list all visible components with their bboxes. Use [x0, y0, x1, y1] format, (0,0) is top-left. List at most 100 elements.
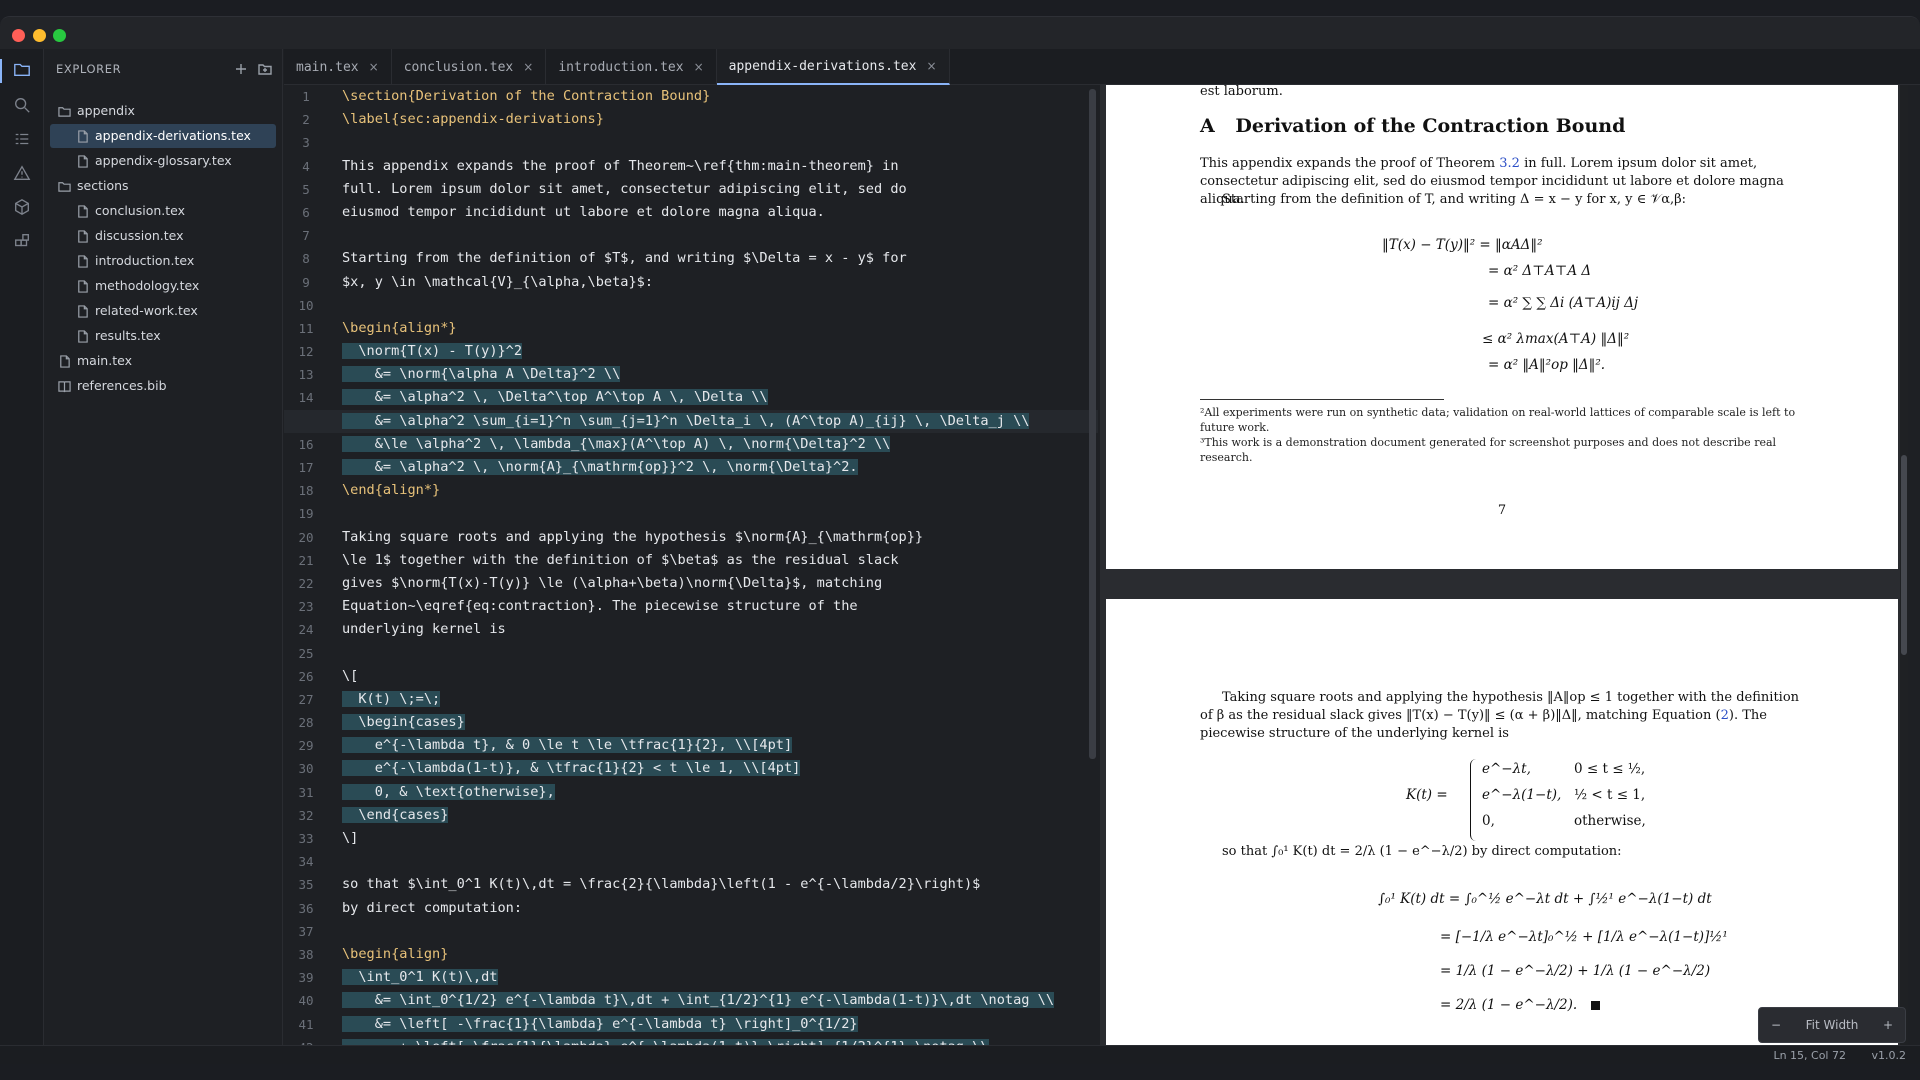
code-line[interactable] [342, 224, 1084, 247]
extensions-icon[interactable] [12, 231, 32, 251]
code-line[interactable]: Equation~\eqref{eq:contraction}. The pie… [342, 595, 1084, 618]
code-line[interactable]: e^{-\lambda t}, & 0 \le t \le \tfrac{1}{… [342, 734, 1084, 757]
line-number: 31 [298, 784, 314, 800]
file-icon [78, 279, 88, 293]
code-line[interactable]: eiusmod tempor incididunt ut labore et d… [342, 201, 1084, 224]
tree-item-label: results.tex [95, 328, 161, 343]
close-tab-icon[interactable]: × [694, 60, 704, 74]
code-line[interactable]: \norm{T(x) - T(y)}^2 [342, 340, 1084, 363]
eq-line: = α² ‖A‖²op ‖Δ‖². [1488, 357, 1606, 373]
code-line[interactable] [342, 920, 1084, 943]
tree-file[interactable]: results.tex [50, 324, 276, 348]
tree-file[interactable]: discussion.tex [50, 224, 276, 248]
code-line[interactable]: &= \alpha^2 \sum_{i=1}^n \sum_{j=1}^n \D… [284, 409, 1098, 434]
code-line[interactable]: \end{cases} [342, 804, 1084, 827]
tree-file[interactable]: conclusion.tex [50, 199, 276, 223]
code-line[interactable]: 0, & \text{otherwise}, [342, 781, 1084, 804]
code-line[interactable]: \begin{align} [342, 943, 1084, 966]
close-tab-icon[interactable]: × [523, 60, 533, 74]
tree-file[interactable]: appendix-derivations.tex [50, 124, 276, 148]
code-line[interactable]: &\le \alpha^2 \, \lambda_{\max}(A^\top A… [342, 433, 1084, 456]
code-lines[interactable]: \section{Derivation of the Contraction B… [284, 85, 1098, 1045]
code-line[interactable]: &= \left[ -\frac{1}{\lambda} e^{-\lambda… [342, 1013, 1084, 1036]
code-line[interactable]: \begin{cases} [342, 711, 1084, 734]
close-window-button[interactable] [12, 29, 25, 42]
editor-scrollbar[interactable] [1089, 89, 1096, 759]
tree-file[interactable]: references.bib [50, 374, 276, 398]
code-line[interactable]: \le 1$ together with the definition of $… [342, 549, 1084, 572]
zoom-out-button[interactable]: − [1771, 1018, 1781, 1032]
code-line[interactable]: &= \alpha^2 \, \Delta^\top A^\top A \, \… [342, 386, 1084, 409]
code-line-text: &= \alpha^2 \sum_{i=1}^n \sum_{j=1}^n \D… [342, 412, 1030, 429]
code-line[interactable]: + \left[ \frac{1}{\lambda} e^{-\lambda(1… [342, 1036, 1084, 1045]
minimize-window-button[interactable] [33, 29, 46, 42]
editor-tab[interactable]: main.tex × [284, 49, 392, 85]
code-line[interactable] [342, 294, 1084, 317]
code-line[interactable]: so that $\int_0^1 K(t)\,dt = \frac{2}{\l… [342, 873, 1084, 896]
code-line[interactable]: \end{align*} [342, 479, 1084, 502]
tree-file[interactable]: methodology.tex [50, 274, 276, 298]
pdf-preview[interactable]: est laborum. A Derivation of the Contrac… [1100, 85, 1908, 1045]
close-tab-icon[interactable]: × [926, 59, 936, 73]
tree-file[interactable]: appendix-glossary.tex [50, 149, 276, 173]
code-line-text: &= \int_0^{1/2} e^{-\lambda t}\,dt + \in… [342, 992, 1055, 1009]
code-line[interactable] [342, 642, 1084, 665]
zoom-in-button[interactable]: + [1883, 1018, 1893, 1032]
close-tab-icon[interactable]: × [369, 60, 379, 74]
code-line[interactable]: $x, y \in \mathcal{V}_{\alpha,\beta}$: [342, 271, 1084, 294]
code-line[interactable]: \label{sec:appendix-derivations} [342, 108, 1084, 131]
warning-icon[interactable] [12, 163, 32, 183]
editor-tab[interactable]: introduction.tex × [546, 49, 717, 85]
code-line-text: \end{align*} [342, 482, 441, 499]
code-line[interactable]: \int_0^1 K(t)\,dt [342, 966, 1084, 989]
code-line[interactable]: e^{-\lambda(1-t)}, & \tfrac{1}{2} < t \l… [342, 757, 1084, 780]
preview-scrollbar[interactable] [1900, 85, 1908, 1045]
outline-icon[interactable] [12, 129, 32, 149]
search-icon[interactable] [12, 95, 32, 115]
code-line[interactable] [342, 850, 1084, 873]
code-line[interactable]: underlying kernel is [342, 618, 1084, 641]
files-icon[interactable] [12, 59, 32, 79]
code-line[interactable]: Starting from the definition of $T$, and… [342, 247, 1084, 270]
tree-file[interactable]: related-work.tex [50, 299, 276, 323]
code-line[interactable]: by direct computation: [342, 897, 1084, 920]
editor-tab[interactable]: appendix-derivations.tex × [716, 49, 950, 85]
theorem-link[interactable]: 3.2 [1499, 156, 1520, 171]
code-line[interactable]: This appendix expands the proof of Theor… [342, 155, 1084, 178]
cursor-position[interactable]: Ln 15, Col 72 [1773, 1049, 1846, 1062]
code-line[interactable]: \section{Derivation of the Contraction B… [342, 85, 1084, 108]
editor-tab[interactable]: conclusion.tex × [392, 49, 547, 85]
code-line[interactable] [342, 131, 1084, 154]
line-number: 33 [298, 831, 314, 846]
tree-folder[interactable]: appendix [50, 99, 276, 123]
code-line[interactable]: &= \norm{\alpha A \Delta}^2 \\ [342, 363, 1084, 386]
code-line[interactable]: &= \alpha^2 \, \norm{A}_{\mathrm{op}}^2 … [342, 456, 1084, 479]
tree-folder[interactable]: sections [50, 174, 276, 198]
line-number: 16 [298, 436, 314, 452]
tab-label: main.tex [296, 59, 359, 75]
package-icon[interactable] [12, 197, 32, 217]
new-file-icon[interactable] [234, 61, 248, 80]
code-line[interactable]: \] [342, 827, 1084, 850]
code-editor[interactable]: 1 2 3 4 5 6 7 8 9 10 11 12 13 14 15 16 17 18 19 20 21 22 23 24 2… [284, 85, 1098, 1045]
code-line[interactable]: \begin{align*} [342, 317, 1084, 340]
editor-tabs: main.tex × conclusion.tex × introduction.tex… [284, 49, 1920, 85]
code-line[interactable]: \[ [342, 665, 1084, 688]
code-line[interactable]: full. Lorem ipsum dolor sit amet, consec… [342, 178, 1084, 201]
code-line[interactable]: &= \int_0^{1/2} e^{-\lambda t}\,dt + \in… [342, 989, 1084, 1012]
code-line[interactable]: Taking square roots and applying the hyp… [342, 526, 1084, 549]
preview-scroll-thumb[interactable] [1901, 455, 1907, 655]
tree-item-label: conclusion.tex [95, 203, 186, 218]
code-line-text: \] [342, 830, 359, 846]
code-line[interactable]: K(t) \;=\; [342, 688, 1084, 711]
code-line[interactable] [342, 502, 1084, 525]
tree-file[interactable]: introduction.tex [50, 249, 276, 273]
new-folder-icon[interactable] [258, 61, 272, 80]
fit-width-button[interactable]: Fit Width [1806, 1018, 1859, 1032]
code-line-text: \begin{align*} [342, 319, 457, 336]
tree-file[interactable]: main.tex [50, 349, 276, 373]
maximize-window-button[interactable] [53, 29, 66, 42]
equation-link[interactable]: 2 [1721, 708, 1729, 723]
code-line-text: Taking square roots and applying the hyp… [342, 528, 924, 545]
code-line[interactable]: gives $\norm{T(x)-T(y)} \le (\alpha+\bet… [342, 572, 1084, 595]
